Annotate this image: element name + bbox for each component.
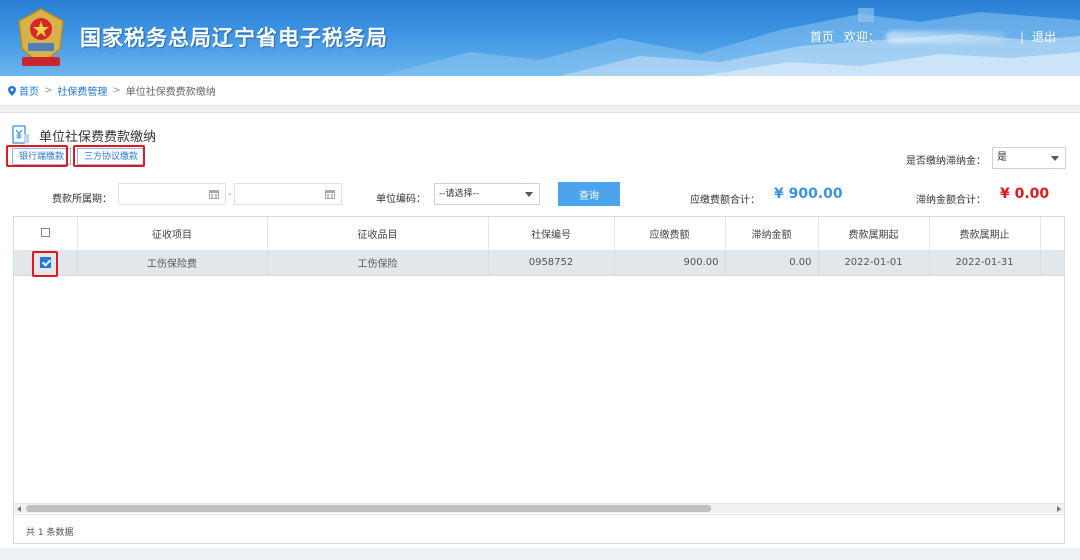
chevron-down-icon [525,192,533,197]
table-cell: 2022-01-01 [818,250,930,276]
nav-home-link[interactable]: 首页 [810,28,834,45]
breadcrumb-current: 单位社保费费款缴纳 [125,87,216,98]
logout-link[interactable]: 退出 [1032,28,1056,45]
column-header[interactable]: 征收品目 [267,217,489,251]
period-start-input[interactable] [118,183,226,205]
column-header[interactable]: 社保编号 [488,217,615,251]
table-row[interactable]: 工伤保险费 工伤保险 0958752 900.00 0.00 2022-01-0… [14,250,1064,276]
horizontal-scrollbar[interactable] [14,503,1064,513]
late-fee-value: 是 [997,152,1007,163]
late-total-label: 滞纳金额合计： [916,195,986,206]
breadcrumb-separator: > [44,85,53,96]
table-cell: 0.00 [725,250,819,276]
query-button[interactable]: 查询 [558,182,620,206]
calendar-icon [209,190,219,199]
main-panel: 单位社保费费款缴纳 银行端缴款 三方协议缴款 是否缴纳滞纳金： 是 费款所属期：… [0,112,1080,548]
late-total-value: ¥ 0.00 [1000,186,1050,202]
late-fee-select[interactable]: 是 [992,147,1066,169]
yuan-document-icon [12,125,29,144]
breadcrumb-home-link[interactable]: 首页 [19,83,39,98]
date-range-dash: - [228,189,232,200]
page-title: 单位社保费费款缴纳 [39,129,157,145]
table-cell: 2022-01-31 [929,250,1041,276]
late-fee-label: 是否缴纳滞纳金： [906,156,986,167]
tax-emblem-icon [18,8,64,66]
scroll-left-icon[interactable] [17,506,21,512]
scrollbar-thumb[interactable] [26,505,711,512]
calendar-icon [325,190,335,199]
welcome-text: 欢迎： [843,30,880,44]
payment-table: 征收项目 征收品目 社保编号 应缴费额 滞纳金额 费款属期起 费款属期止 工伤保… [13,216,1065,544]
period-end-input[interactable] [234,183,342,205]
unit-code-label: 单位编码： [376,194,426,205]
chevron-down-icon [1051,156,1059,161]
column-header[interactable]: 滞纳金额 [725,217,819,251]
select-all-cell [14,217,78,251]
breadcrumb: 首页 > 社保费管理 > 单位社保费费款缴纳 [0,76,1080,106]
top-header: 国家税务总局辽宁省电子税务局 首页 欢迎： | 退出 [0,0,1080,76]
table-cell: 工伤保险 [267,250,489,276]
table-header-row: 征收项目 征收品目 社保编号 应缴费额 滞纳金额 费款属期起 费款属期止 [14,217,1064,251]
payable-total-label: 应缴费额合计： [690,195,760,206]
column-header[interactable]: 费款属期起 [818,217,930,251]
column-header[interactable]: 征收项目 [77,217,268,251]
page-header: 单位社保费费款缴纳 [12,125,156,145]
location-pin-icon [8,85,16,96]
highlight-box-tripartite [73,145,145,167]
column-header[interactable]: 应缴费额 [614,217,726,251]
unit-code-select[interactable]: --请选择-- [434,183,540,205]
payable-total-value: ¥ 900.00 [774,186,843,202]
site-title: 国家税务总局辽宁省电子税务局 [80,25,388,50]
period-label: 费款所属期： [52,194,112,205]
scroll-right-icon[interactable] [1057,506,1061,512]
unit-code-value: --请选择-- [439,189,479,199]
column-header[interactable]: 费款属期止 [929,217,1041,251]
highlight-box-bank [6,145,68,167]
blurred-username [885,30,1006,43]
table-cell: 工伤保险费 [77,250,268,276]
nav-separator: | [1019,29,1024,44]
breadcrumb-social-security-link[interactable]: 社保费管理 [57,83,107,98]
table-cell: 900.00 [614,250,726,276]
breadcrumb-separator: > [112,85,121,96]
table-cell: 0958752 [488,250,615,276]
record-count: 共 1 条数据 [14,514,1064,543]
top-nav: 首页 欢迎： | 退出 [810,28,1056,45]
table-cell-filler [1040,250,1064,276]
select-all-checkbox[interactable] [40,228,50,238]
highlight-box-checkbox [32,251,58,277]
column-header-filler [1040,217,1064,251]
